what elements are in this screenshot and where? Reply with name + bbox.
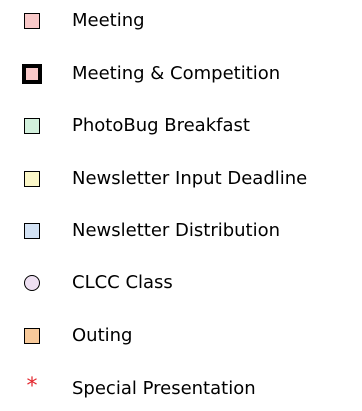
newsletter-distribution-square-icon — [24, 223, 40, 239]
asterisk-icon: * — [26, 374, 38, 399]
meeting-square-icon — [24, 13, 40, 29]
legend-item-meeting: Meeting — [0, 6, 362, 36]
legend-label-photobug-breakfast: PhotoBug Breakfast — [72, 115, 250, 136]
newsletter-input-deadline-square-icon — [24, 171, 40, 187]
legend-item-meeting-competition: Meeting & Competition — [0, 59, 362, 89]
legend-item-newsletter-input-deadline: Newsletter Input Deadline — [0, 164, 362, 194]
legend-label-meeting: Meeting — [72, 10, 145, 31]
legend-label-outing: Outing — [72, 325, 133, 346]
clcc-class-circle-icon — [24, 275, 40, 291]
legend-label-special-presentation: Special Presentation — [72, 378, 256, 399]
legend-label-meeting-competition: Meeting & Competition — [72, 63, 281, 84]
outing-square-icon — [24, 328, 40, 344]
event-legend: Meeting Meeting & Competition PhotoBug B… — [0, 0, 362, 411]
legend-item-outing: Outing — [0, 321, 362, 351]
legend-label-newsletter-distribution: Newsletter Distribution — [72, 220, 281, 241]
photobug-breakfast-square-icon — [24, 118, 40, 134]
legend-label-newsletter-input-deadline: Newsletter Input Deadline — [72, 168, 308, 189]
legend-item-photobug-breakfast: PhotoBug Breakfast — [0, 111, 362, 141]
legend-item-clcc-class: CLCC Class — [0, 268, 362, 298]
legend-label-clcc-class: CLCC Class — [72, 272, 173, 293]
legend-item-special-presentation: * Special Presentation — [0, 374, 362, 404]
legend-item-newsletter-distribution: Newsletter Distribution — [0, 216, 362, 246]
meeting-competition-square-icon — [22, 64, 42, 84]
